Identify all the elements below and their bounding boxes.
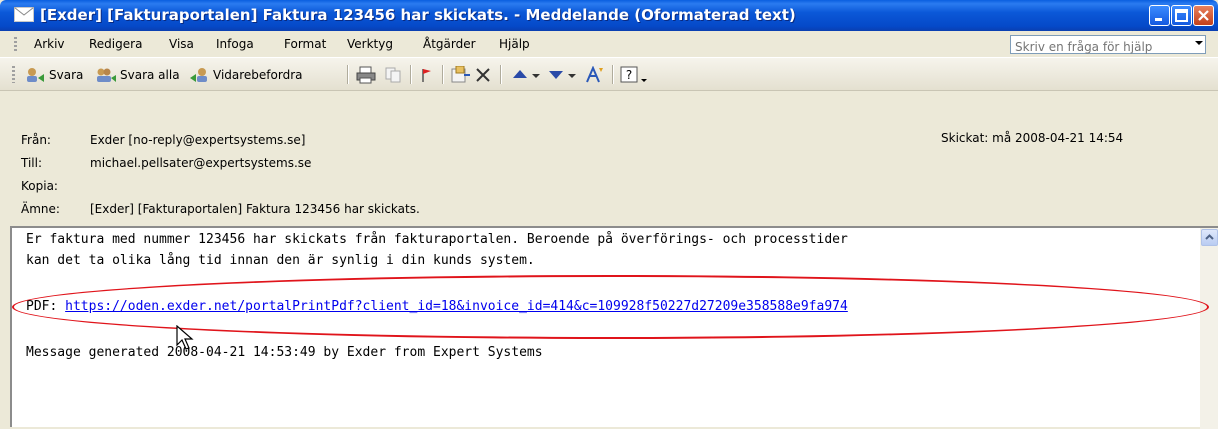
toolbar-separator <box>410 65 412 84</box>
pdf-line: PDF: https://oden.exder.net/portalPrintP… <box>26 299 848 314</box>
delete-icon[interactable] <box>475 66 491 84</box>
close-button[interactable] <box>1193 5 1214 26</box>
minimize-icon <box>1155 18 1162 21</box>
subject-label: Ämne: <box>21 202 60 216</box>
menu-arkiv[interactable]: Arkiv <box>34 37 65 51</box>
address-book-icon[interactable] <box>585 66 605 84</box>
toolbar-separator <box>442 65 444 84</box>
menu-verktyg[interactable]: Verktyg <box>347 37 393 51</box>
from-label: Från: <box>21 133 51 147</box>
toolbar-separator <box>500 65 502 84</box>
reply-all-button[interactable]: Svara alla <box>95 64 180 86</box>
copy-icon[interactable] <box>384 66 402 84</box>
toolbar: Svara Svara alla Vidarebefordra ? <box>0 58 1218 91</box>
previous-item-icon[interactable] <box>511 66 543 84</box>
print-icon[interactable] <box>356 66 376 84</box>
menu-bar: Arkiv Redigera Visa Infoga Format Verkty… <box>0 31 1218 58</box>
reply-all-icon <box>97 68 116 82</box>
toolbar-separator <box>347 65 349 84</box>
forward-button[interactable]: Vidarebefordra <box>188 64 303 86</box>
next-item-icon[interactable] <box>547 66 579 84</box>
minimize-button[interactable] <box>1149 5 1170 26</box>
reply-all-label: Svara alla <box>120 68 180 82</box>
forward-icon <box>190 68 207 82</box>
pdf-link[interactable]: https://oden.exder.net/portalPrintPdf?cl… <box>65 299 848 314</box>
menu-visa[interactable]: Visa <box>169 37 194 51</box>
body-line-1: Er faktura med nummer 123456 har skickat… <box>26 232 848 247</box>
move-to-folder-icon[interactable] <box>451 66 471 84</box>
menu-infoga[interactable]: Infoga <box>216 37 254 51</box>
reply-icon <box>27 68 44 82</box>
reply-button[interactable]: Svara <box>24 64 83 86</box>
chevron-down-icon[interactable] <box>1195 41 1203 45</box>
subject-value: [Exder] [Fakturaportalen] Faktura 123456… <box>90 202 420 216</box>
maximize-button[interactable] <box>1171 5 1192 26</box>
reply-label: Svara <box>49 68 84 82</box>
help-search-box[interactable] <box>1010 35 1206 55</box>
forward-label: Vidarebefordra <box>213 68 303 82</box>
pdf-label: PDF: <box>26 299 66 314</box>
title-bar[interactable]: [Exder] [Fakturaportalen] Faktura 123456… <box>0 0 1218 31</box>
scroll-up-button[interactable] <box>1201 229 1218 246</box>
menu-redigera[interactable]: Redigera <box>89 37 142 51</box>
body-line-2: kan det ta olika lång tid innan den är s… <box>26 253 535 268</box>
menu-format[interactable]: Format <box>284 37 326 51</box>
window-title: [Exder] [Fakturaportalen] Faktura 123456… <box>40 6 796 24</box>
sent-date: Skickat: må 2008-04-21 14:54 <box>941 131 1124 145</box>
menu-grip[interactable] <box>14 37 17 52</box>
toolbar-grip[interactable] <box>12 66 15 83</box>
cc-label: Kopia: <box>21 179 58 193</box>
envelope-icon <box>14 7 34 22</box>
toolbar-separator <box>612 65 614 84</box>
flag-icon[interactable] <box>418 66 434 84</box>
to-label: Till: <box>21 156 43 170</box>
to-value[interactable]: michael.pellsater@expertsystems.se <box>90 156 311 170</box>
message-header: Från: Exder [no-reply@expertsystems.se] … <box>0 91 1218 223</box>
body-footer: Message generated 2008-04-21 14:53:49 by… <box>26 345 543 360</box>
menu-hjalp[interactable]: Hjälp <box>499 37 530 51</box>
maximize-icon <box>1175 9 1188 22</box>
help-search-input[interactable] <box>1011 39 1185 55</box>
close-icon <box>1198 10 1209 21</box>
from-value[interactable]: Exder [no-reply@expertsystems.se] <box>90 133 305 147</box>
help-icon[interactable]: ? <box>620 66 650 84</box>
menu-atgarder[interactable]: Åtgärder <box>423 37 476 51</box>
chevron-up-icon <box>1205 234 1214 240</box>
vertical-scrollbar[interactable] <box>1200 228 1218 429</box>
svg-text:?: ? <box>626 68 632 82</box>
mouse-cursor-icon <box>176 325 194 350</box>
